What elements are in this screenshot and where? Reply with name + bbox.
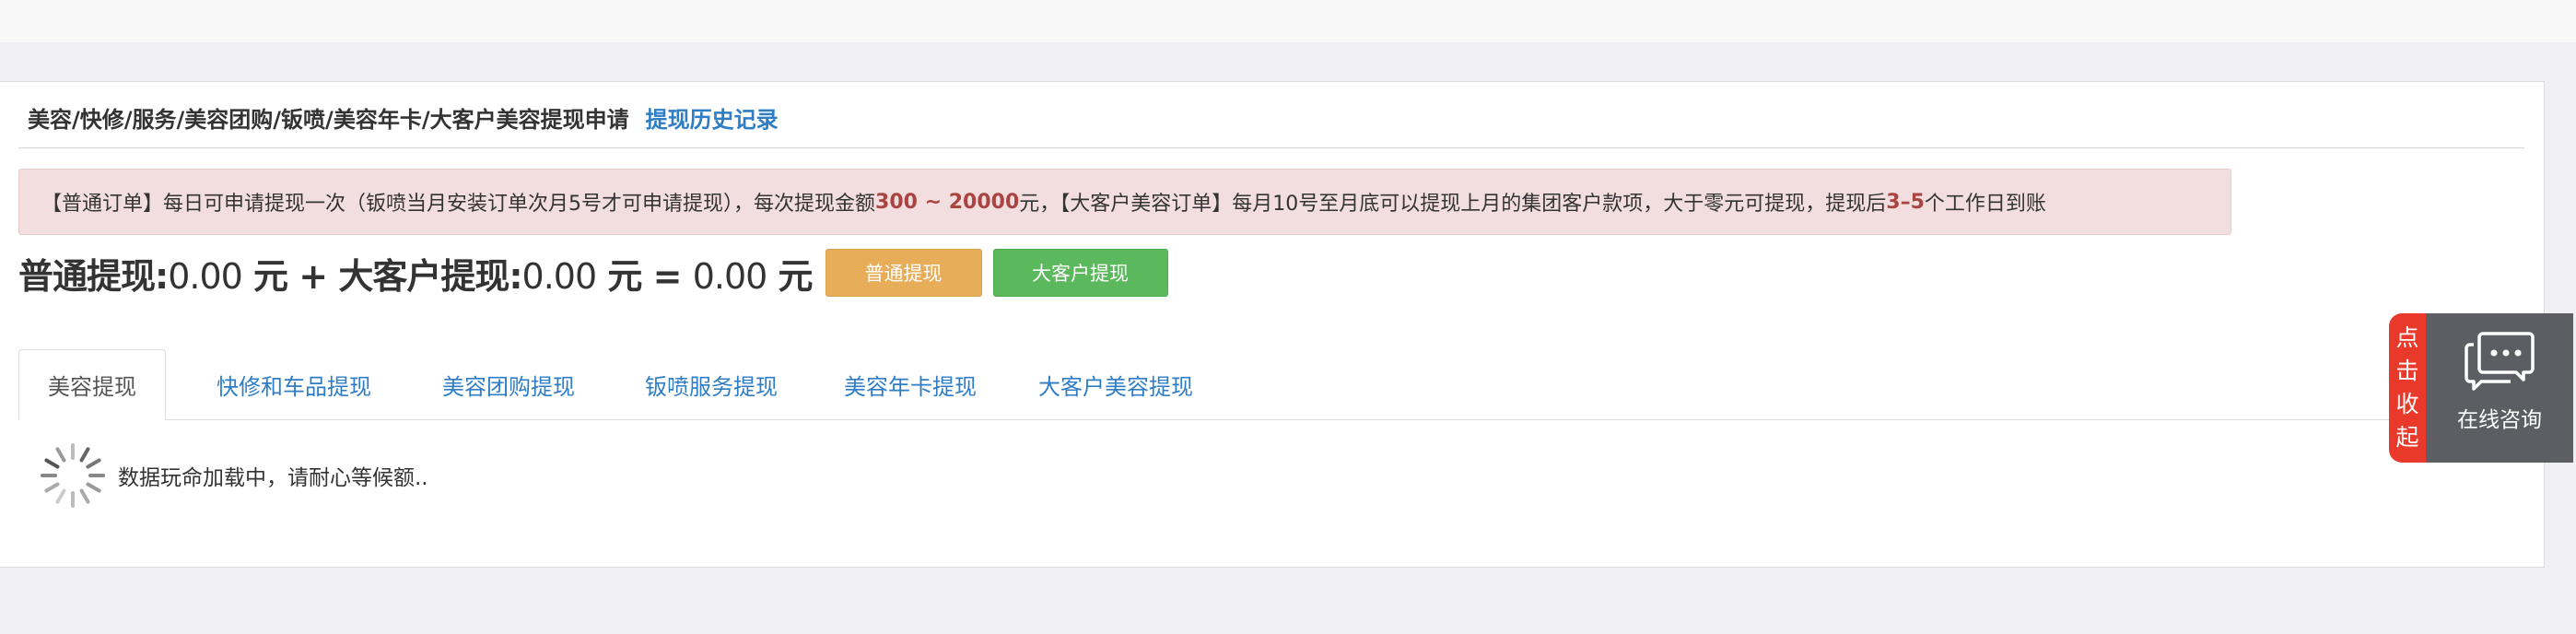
notice-text-2: 元，【大客户美容订单】每月10号至月底可以提现上月的集团客户款项，大于零元可提现… — [1019, 193, 1887, 216]
unit-plus: 元 + — [241, 255, 339, 297]
collapse-chat-tab[interactable]: 点 击 收 起 — [2389, 313, 2426, 463]
panel-header: 美容/快修/服务/美容团购/钣喷/美容年卡/大客户美容提现申请 提现历史记录 — [28, 99, 779, 135]
loading-indicator: 数据玩命加载中，请耐心等候额.. — [35, 437, 428, 514]
tab-group-buy-withdraw[interactable]: 美容团购提现 — [407, 349, 610, 420]
big-client-withdraw-button[interactable]: 大客户提现 — [992, 249, 1168, 297]
spinner-icon — [41, 443, 105, 508]
total-summary: 普通提现:0.00 元 + 大客户提现:0.00 元 = 0.00 元 — [18, 248, 814, 299]
chat-bubble-icon — [2465, 332, 2535, 391]
withdraw-notice: 【普通订单】每日可申请提现一次（钣喷当月安装订单次月5号才可申请提现），每次提现… — [18, 169, 2231, 235]
normal-withdraw-button[interactable]: 普通提现 — [825, 249, 982, 297]
notice-days: 3–5 — [1886, 190, 1925, 214]
notice-amount-max: 20000 — [948, 190, 1020, 214]
tab-beauty-withdraw[interactable]: 美容提现 — [18, 349, 166, 420]
withdraw-panel: 美容/快修/服务/美容团购/钣喷/美容年卡/大客户美容提现申请 提现历史记录 【… — [0, 81, 2545, 568]
notice-tilde: ~ — [917, 190, 949, 214]
big-client-withdraw-label: 大客户提现: — [338, 255, 522, 297]
collapse-char: 起 — [2395, 424, 2419, 451]
breadcrumb: 美容/快修/服务/美容团购/钣喷/美容年卡/大客户美容提现申请 — [28, 106, 629, 133]
unit-yuan: 元 — [767, 255, 814, 297]
big-client-withdraw-value: 0.00 — [521, 255, 598, 297]
unit-equals: 元 = — [596, 255, 693, 297]
collapse-char: 收 — [2395, 391, 2419, 417]
notice-text-1: 【普通订单】每日可申请提现一次（钣喷当月安装订单次月5号才可申请提现），每次提现… — [41, 193, 876, 216]
notice-text-3: 个工作日到账 — [1924, 193, 2046, 216]
notice-amount-min: 300 — [875, 190, 918, 214]
withdraw-history-link[interactable]: 提现历史记录 — [646, 101, 779, 134]
normal-withdraw-value: 0.00 — [168, 255, 243, 297]
total-withdraw-value: 0.00 — [692, 255, 768, 297]
withdraw-totals: 普通提现:0.00 元 + 大客户提现:0.00 元 = 0.00 元 普通提现… — [18, 246, 1168, 299]
normal-withdraw-label: 普通提现: — [18, 255, 169, 297]
header-divider — [18, 147, 2524, 148]
online-consult-label: 在线咨询 — [2457, 408, 2542, 432]
collapse-char: 点 — [2395, 324, 2419, 351]
loading-text: 数据玩命加载中，请耐心等候额.. — [118, 466, 428, 490]
tab-quick-repair-withdraw[interactable]: 快修和车品提现 — [179, 349, 409, 420]
online-consult-button[interactable]: 在线咨询 — [2426, 313, 2573, 463]
top-bar — [0, 0, 2576, 43]
withdraw-tabs: 美容提现 快修和车品提现 美容团购提现 钣喷服务提现 美容年卡提现 大客户美容提… — [18, 349, 2524, 420]
tab-paint-service-withdraw[interactable]: 钣喷服务提现 — [610, 349, 813, 420]
tab-big-client-withdraw[interactable]: 大客户美容提现 — [1001, 349, 1231, 420]
collapse-char: 击 — [2395, 358, 2419, 384]
tab-annual-card-withdraw[interactable]: 美容年卡提现 — [809, 349, 1012, 420]
online-chat-widget: 点 击 收 起 在线咨询 — [2389, 313, 2573, 463]
